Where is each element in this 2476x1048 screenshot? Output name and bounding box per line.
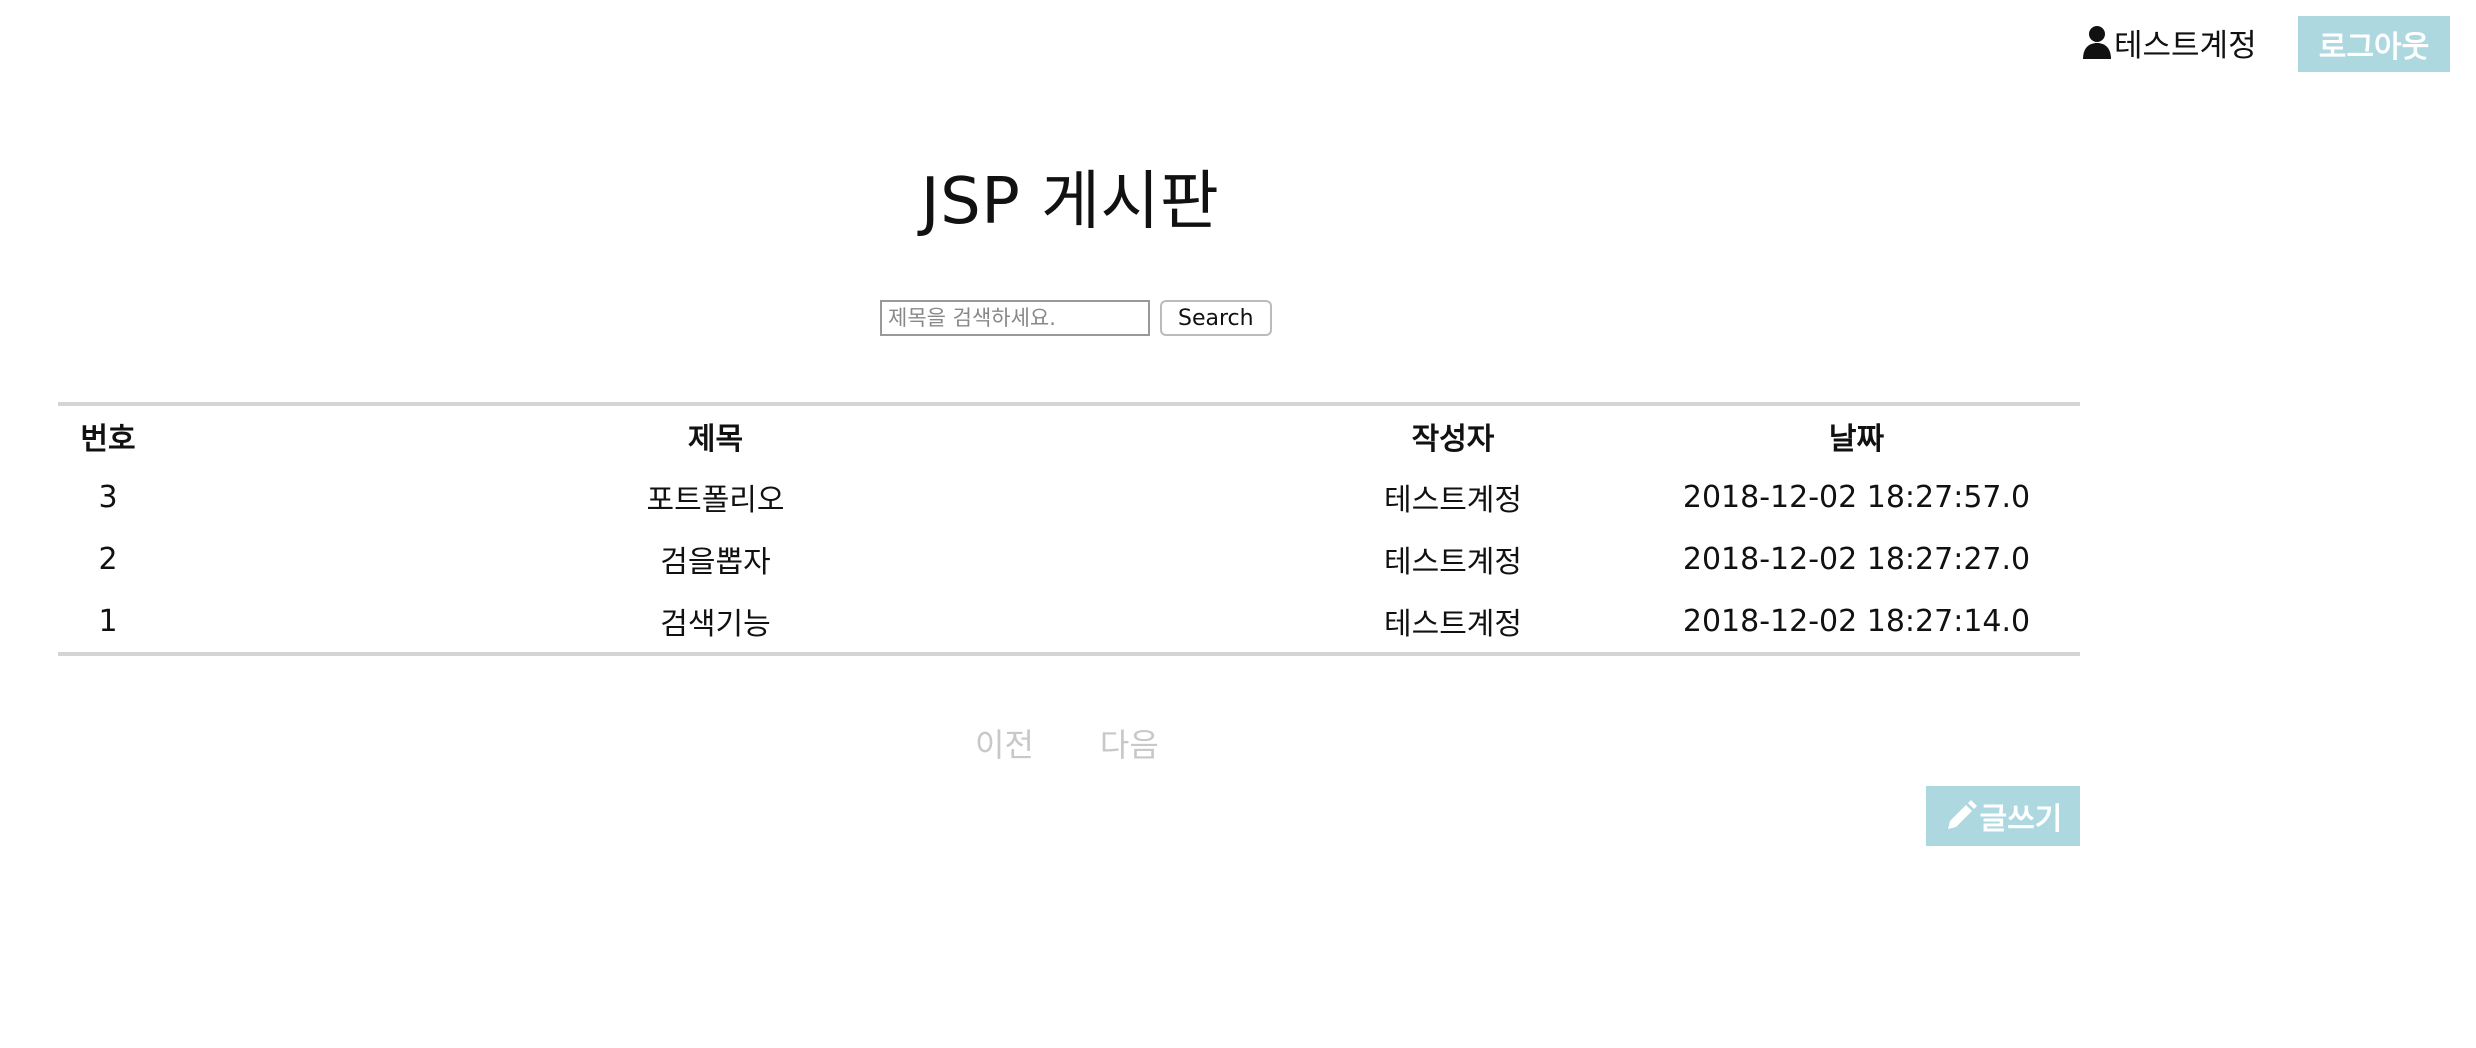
pagination: 이전 다음 — [975, 720, 1159, 766]
write-button-label: 글쓰기 — [1979, 802, 2063, 837]
board-table: 번호 제목 작성자 날짜 3 포트폴리오 테스트계정 2018-12-02 18… — [58, 402, 2080, 656]
post-title-link[interactable]: 포트폴리오 — [158, 466, 1273, 528]
column-header-date: 날짜 — [1828, 422, 1885, 457]
write-post-button[interactable]: 글쓰기 — [1926, 786, 2080, 846]
username-label: 테스트계정 — [2114, 27, 2257, 64]
post-title-link[interactable]: 검을뽑자 — [158, 528, 1273, 590]
post-date: 2018-12-02 18:27:14.0 — [1682, 603, 2031, 639]
table-row[interactable]: 1 검색기능 테스트계정 2018-12-02 18:27:14.0 — [58, 590, 2080, 654]
post-date: 2018-12-02 18:27:57.0 — [1682, 479, 2031, 515]
post-number: 2 — [98, 541, 118, 577]
column-header-author: 작성자 — [1411, 422, 1495, 457]
post-number: 1 — [98, 603, 118, 639]
column-header-number: 번호 — [80, 422, 136, 457]
table-row[interactable]: 2 검을뽑자 테스트계정 2018-12-02 18:27:27.0 — [58, 528, 2080, 590]
post-date: 2018-12-02 18:27:27.0 — [1682, 541, 2031, 577]
pencil-icon — [1947, 800, 1977, 829]
table-header-row: 번호 제목 작성자 날짜 — [58, 404, 2080, 466]
column-header-title: 제목 — [687, 422, 744, 457]
post-author: 테스트계정 — [1384, 607, 1522, 642]
search-button[interactable]: Search — [1160, 300, 1272, 336]
board-page: 테스트계정 로그아웃 JSP 게시판 Search 번호 제목 작성자 날짜 3… — [0, 0, 2476, 1048]
search-input[interactable] — [880, 300, 1150, 336]
post-author: 테스트계정 — [1384, 483, 1522, 518]
user-icon — [2083, 26, 2111, 59]
table-row[interactable]: 3 포트폴리오 테스트계정 2018-12-02 18:27:57.0 — [58, 466, 2080, 528]
logout-button[interactable]: 로그아웃 — [2298, 16, 2450, 72]
post-author: 테스트계정 — [1384, 545, 1522, 580]
prev-page-link[interactable]: 이전 — [975, 720, 1034, 766]
post-number: 3 — [98, 479, 118, 515]
post-title-link[interactable]: 검색기능 — [158, 590, 1273, 654]
user-info[interactable]: 테스트계정 — [2082, 22, 2257, 64]
search-bar: Search — [880, 300, 1272, 336]
next-page-link[interactable]: 다음 — [1100, 720, 1159, 766]
page-title: JSP 게시판 — [920, 165, 1220, 239]
